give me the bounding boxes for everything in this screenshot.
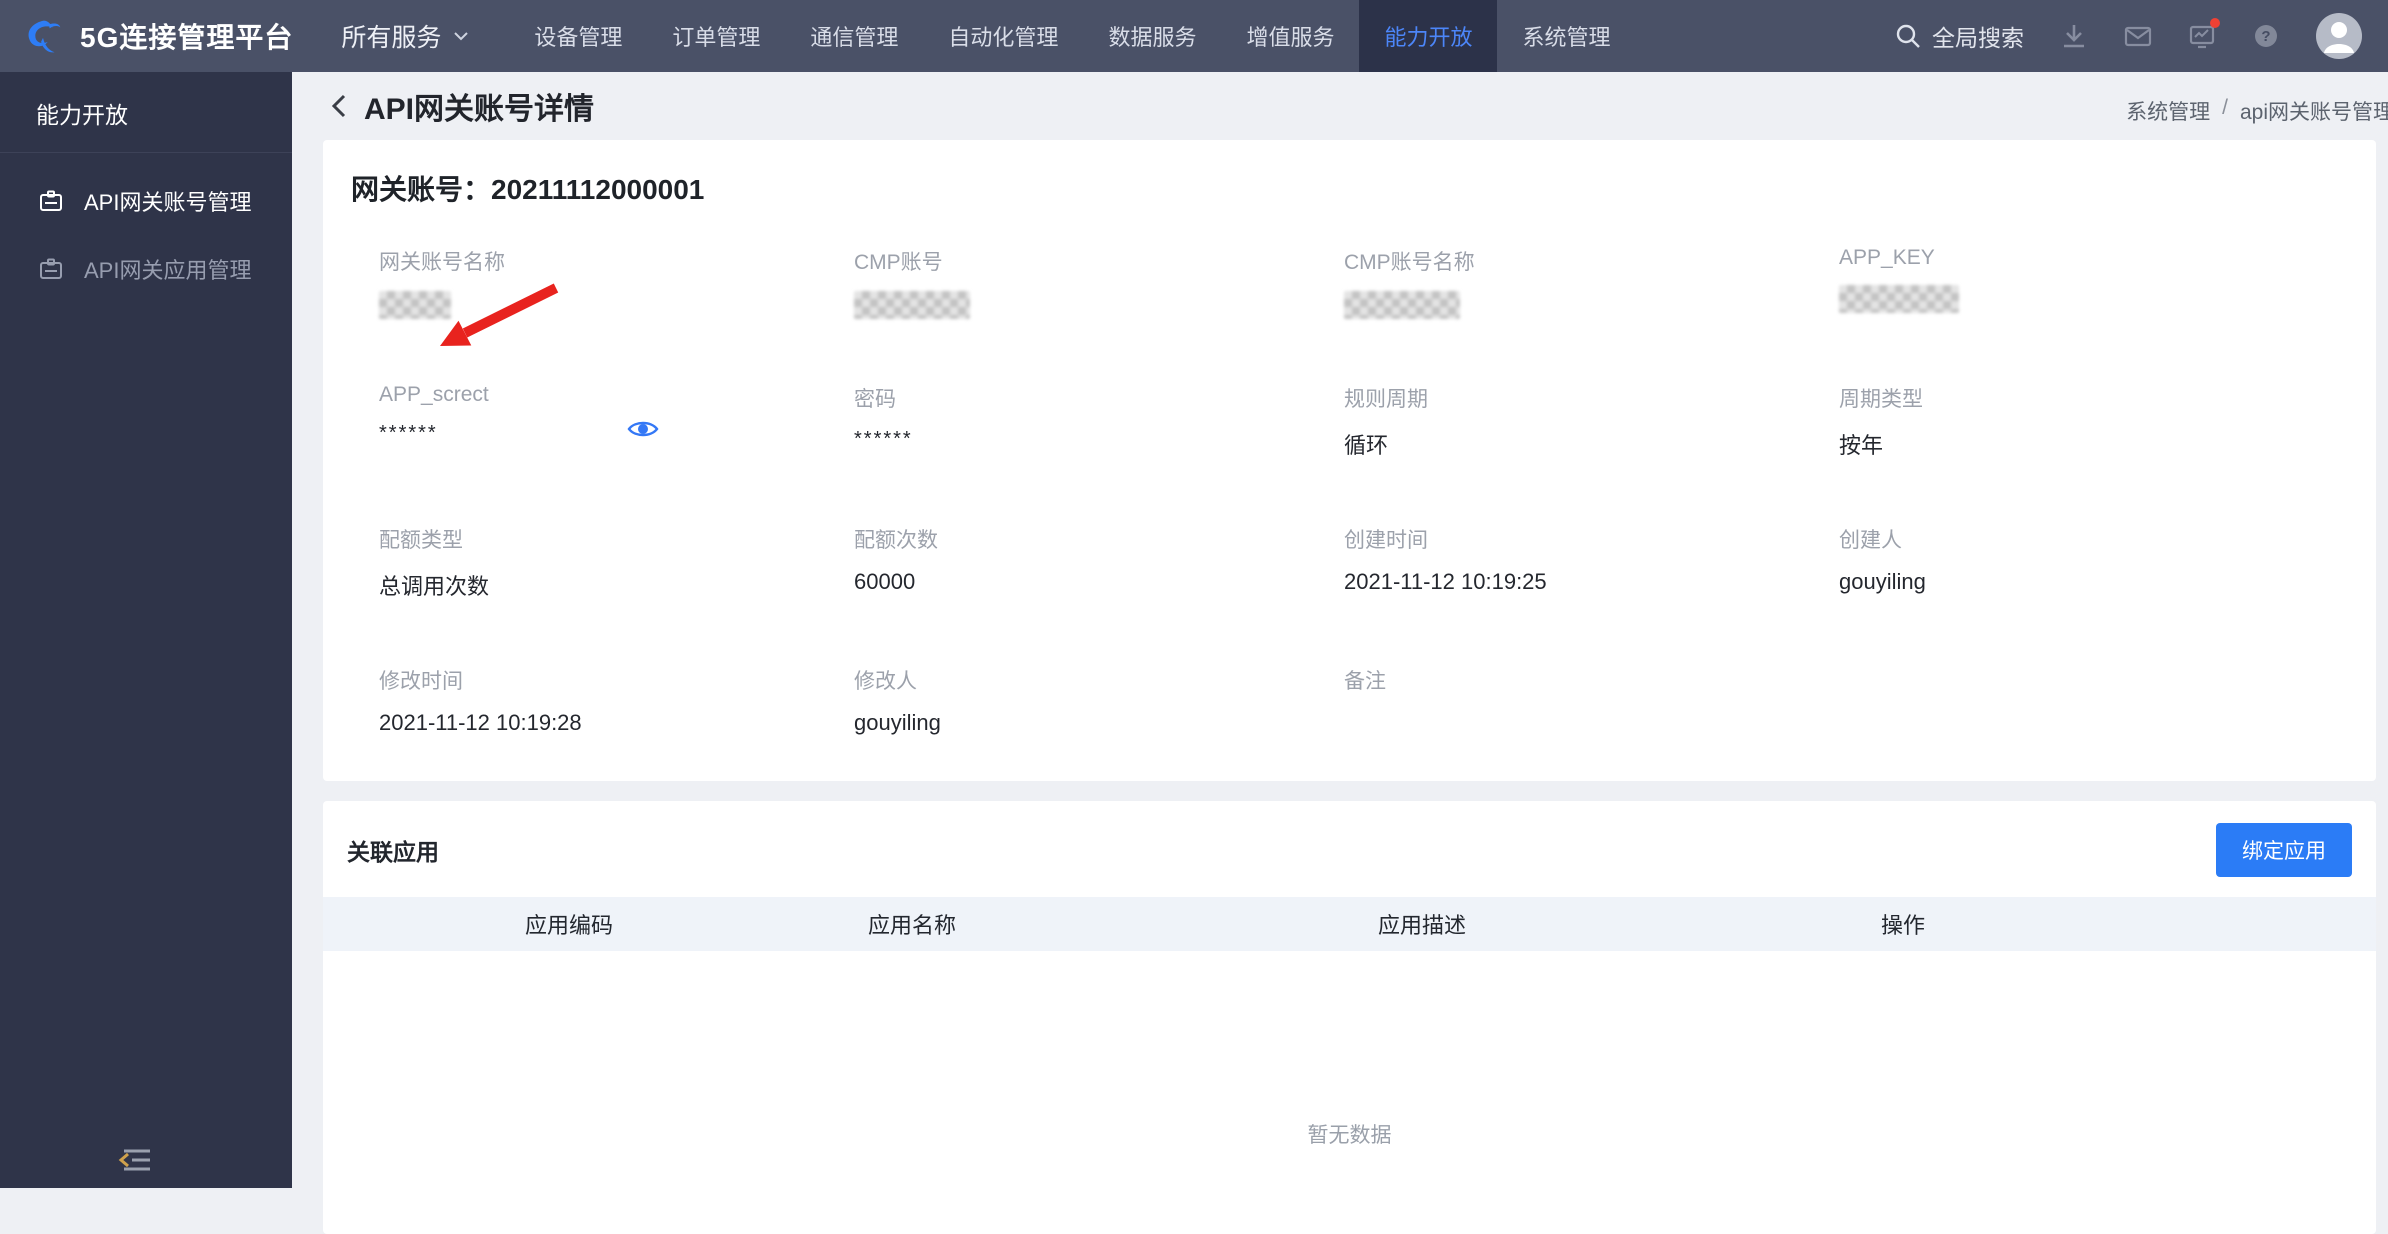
clipboard-icon	[38, 188, 64, 214]
field-modifier: 修改人 gouyiling	[854, 665, 1344, 737]
sidebar: 能力开放 API网关账号管理 API网关应用管理	[0, 72, 292, 1188]
eye-icon[interactable]	[627, 418, 659, 440]
brand: 5G连接管理平台	[0, 0, 335, 72]
back-icon[interactable]	[328, 93, 350, 119]
field-cmp-account-name: CMP账号名称	[1344, 246, 1839, 319]
notification-dot	[2210, 18, 2220, 28]
nav-item-order[interactable]: 订单管理	[647, 0, 785, 72]
column-app-code: 应用编码	[323, 908, 868, 940]
gateway-account-number: 网关账号：20211112000001	[347, 168, 2352, 208]
related-apps-card: 关联应用 绑定应用 应用编码 应用名称 应用描述 操作 暂无数据	[323, 801, 2376, 1234]
nav-item-data-service[interactable]: 数据服务	[1083, 0, 1221, 72]
sidebar-collapse-icon[interactable]	[116, 1144, 156, 1176]
related-apps-title: 关联应用	[347, 833, 439, 867]
main-content: API网关账号详情 系统管理 / api网关账号管理 网关账号：20211112…	[292, 72, 2388, 1188]
field-quota-type: 配额类型 总调用次数	[379, 524, 854, 601]
page-header: API网关账号详情 系统管理 / api网关账号管理	[292, 72, 2388, 140]
column-actions: 操作	[1881, 908, 2376, 940]
breadcrumb-current: api网关账号管理	[2240, 96, 2388, 126]
column-app-name: 应用名称	[868, 908, 1378, 940]
sidebar-item-api-gateway-account[interactable]: API网关账号管理	[0, 167, 292, 235]
field-app-key: APP_KEY	[1839, 246, 2352, 319]
column-app-description: 应用描述	[1378, 908, 1881, 940]
nav-menu: 设备管理 订单管理 通信管理 自动化管理 数据服务 增值服务 能力开放 系统管理	[509, 0, 1635, 72]
global-search[interactable]: 全局搜索	[1894, 19, 2024, 53]
detail-fields: 网关账号名称 CMP账号 CMP账号名称 APP_KEY APP_screct …	[379, 246, 2352, 737]
page-title: API网关账号详情	[364, 84, 594, 128]
sidebar-item-api-gateway-app[interactable]: API网关应用管理	[0, 235, 292, 303]
download-icon[interactable]	[2060, 22, 2088, 50]
field-remark: 备注	[1344, 665, 1839, 737]
top-navbar: 5G连接管理平台 所有服务 设备管理 订单管理 通信管理 自动化管理 数据服务 …	[0, 0, 2388, 72]
field-rule-period: 规则周期 循环	[1344, 383, 1839, 460]
redacted-value	[1839, 285, 1959, 313]
breadcrumb-system[interactable]: 系统管理	[2126, 96, 2210, 126]
field-modify-time: 修改时间 2021-11-12 10:19:28	[379, 665, 854, 737]
breadcrumb: 系统管理 / api网关账号管理	[2126, 96, 2388, 126]
nav-item-communication[interactable]: 通信管理	[785, 0, 923, 72]
nav-item-value-added[interactable]: 增值服务	[1221, 0, 1359, 72]
brand-logo-icon	[20, 13, 66, 59]
chevron-down-icon	[453, 28, 469, 44]
mail-icon[interactable]	[2124, 22, 2152, 50]
nav-item-capability-open[interactable]: 能力开放	[1359, 0, 1497, 72]
clipboard-icon	[38, 256, 64, 282]
nav-item-automation[interactable]: 自动化管理	[923, 0, 1083, 72]
empty-state-text: 暂无数据	[323, 1119, 2376, 1149]
app-title: 5G连接管理平台	[80, 16, 293, 56]
field-create-time: 创建时间 2021-11-12 10:19:25	[1344, 524, 1839, 601]
field-cmp-account: CMP账号	[854, 246, 1344, 319]
related-apps-table-header: 应用编码 应用名称 应用描述 操作	[323, 897, 2376, 951]
redacted-value	[379, 291, 451, 319]
bind-app-button[interactable]: 绑定应用	[2216, 823, 2352, 877]
help-icon[interactable]: ?	[2252, 22, 2280, 50]
field-period-type: 周期类型 按年	[1839, 383, 2352, 460]
redacted-value	[854, 291, 970, 319]
svg-text:?: ?	[2261, 28, 2270, 45]
nav-item-device[interactable]: 设备管理	[509, 0, 647, 72]
navbar-right-tools: 全局搜索 ?	[1894, 0, 2388, 72]
search-icon	[1894, 22, 1922, 50]
gateway-account-detail-card: 网关账号：20211112000001 网关账号名称 CMP账号 CMP账号名称…	[323, 140, 2376, 781]
field-gateway-account-name: 网关账号名称	[379, 246, 854, 319]
field-creator: 创建人 gouyiling	[1839, 524, 2352, 601]
avatar[interactable]	[2316, 13, 2362, 59]
field-quota-count: 配额次数 60000	[854, 524, 1344, 601]
monitor-icon[interactable]	[2188, 22, 2216, 50]
nav-item-system[interactable]: 系统管理	[1497, 0, 1635, 72]
sidebar-title: 能力开放	[0, 72, 292, 153]
redacted-value	[1344, 291, 1460, 319]
field-password: 密码 ******	[854, 383, 1344, 460]
field-app-secret: APP_screct ******	[379, 383, 854, 460]
all-services-menu[interactable]: 所有服务	[335, 0, 509, 72]
